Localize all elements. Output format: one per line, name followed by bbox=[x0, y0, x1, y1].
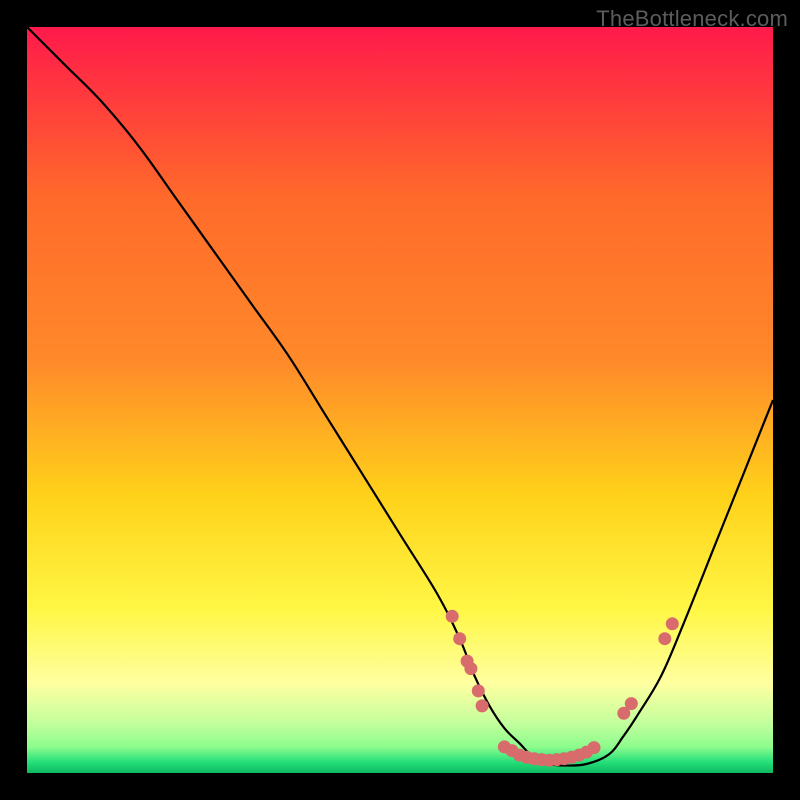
data-point bbox=[666, 617, 679, 630]
bottleneck-chart bbox=[27, 27, 773, 773]
data-point bbox=[658, 632, 671, 645]
data-point bbox=[625, 697, 638, 710]
data-point bbox=[453, 632, 466, 645]
data-point bbox=[476, 699, 489, 712]
data-point bbox=[446, 610, 459, 623]
chart-frame: TheBottleneck.com bbox=[0, 0, 800, 800]
data-point bbox=[588, 741, 601, 754]
watermark-text: TheBottleneck.com bbox=[596, 6, 788, 32]
data-point bbox=[464, 662, 477, 675]
gradient-background bbox=[27, 27, 773, 773]
data-point bbox=[472, 684, 485, 697]
plot-area bbox=[27, 27, 773, 773]
